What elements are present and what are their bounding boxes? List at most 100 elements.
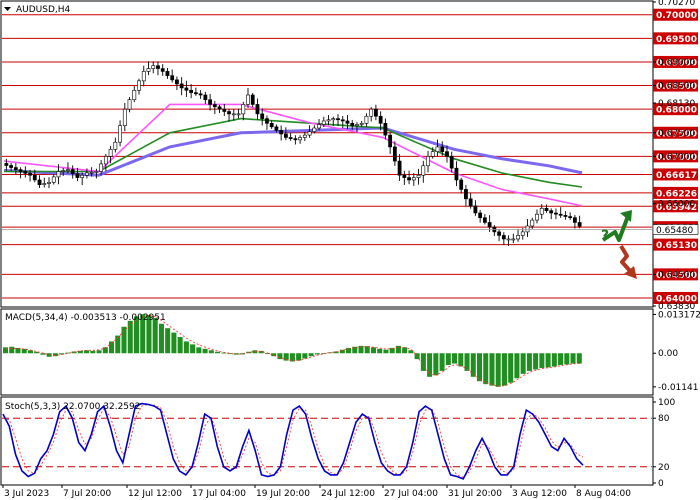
candle-body — [269, 123, 274, 128]
macd-bar — [158, 323, 164, 354]
candle-body — [231, 113, 236, 116]
candle-body — [445, 151, 449, 157]
macd-bar — [533, 353, 539, 370]
price-tick-label: 0.68130 — [658, 99, 695, 109]
macd-axis: 0.013172 0.00 -0.01141 — [653, 310, 700, 393]
candle-body — [359, 123, 364, 125]
macd-bar — [402, 347, 408, 354]
candle-body — [554, 212, 558, 215]
candle-body — [9, 165, 14, 168]
candle-body — [250, 94, 255, 105]
candle-body — [530, 219, 535, 227]
macd-bar — [215, 351, 221, 354]
candle-body — [94, 171, 99, 173]
candle-body — [364, 115, 369, 124]
macd-bar — [433, 353, 439, 376]
candle-body — [141, 71, 146, 82]
candle-body — [160, 68, 165, 72]
candle-body — [539, 207, 544, 215]
price-panel-frame — [0, 0, 654, 308]
candle-body — [317, 124, 321, 129]
candle-body — [99, 163, 104, 172]
candle-body — [184, 87, 189, 91]
stochastic-title: Stoch(5,3,3) 22.0700 32.2592 — [5, 402, 140, 412]
macd-tick-label: -0.01141 — [658, 383, 698, 393]
time-tick-label: 19 Jul 20:00 — [256, 489, 310, 499]
time-axis: 3 Jul 2023 7 Jul 20:00 12 Jul 12:00 17 Jul … — [2, 485, 631, 499]
candle-body — [103, 156, 108, 165]
candle-body — [355, 124, 359, 126]
candle-body — [66, 169, 70, 171]
time-tick-label: 27 Jul 04:00 — [384, 489, 438, 499]
level-price-label: 0.70000 — [656, 11, 697, 21]
macd-bar — [339, 349, 345, 354]
candle-body — [13, 167, 18, 170]
candle-body — [132, 89, 137, 101]
macd-bar — [3, 347, 9, 354]
candle-body — [4, 163, 9, 166]
macd-bar — [558, 353, 564, 366]
candle-body — [454, 167, 459, 181]
macd-bar — [302, 353, 308, 359]
macd-bar — [383, 349, 389, 354]
candle-body — [51, 176, 56, 183]
macd-bar — [576, 353, 582, 364]
candle-body — [378, 115, 383, 124]
candle-body — [388, 134, 393, 148]
level-price-label: 0.66226 — [656, 189, 697, 199]
candle-body — [165, 71, 170, 76]
macd-bar — [202, 348, 208, 354]
candle-body — [260, 113, 265, 119]
candle-body — [236, 113, 241, 116]
candle-body — [156, 65, 160, 69]
question-annotation: ? — [601, 228, 609, 244]
candle-body — [440, 146, 445, 152]
macd-tick-label: 0.013172 — [658, 310, 700, 320]
candle-body — [535, 213, 539, 221]
candle-body — [222, 108, 227, 112]
candle-body — [298, 137, 303, 141]
macd-bar — [439, 353, 445, 371]
candle-body — [241, 104, 246, 115]
candle-body — [383, 123, 388, 136]
candle-body — [449, 156, 454, 169]
macd-bar — [152, 317, 158, 354]
macd-bar — [196, 347, 202, 354]
time-tick-label: 8 Aug 04:00 — [576, 489, 631, 499]
candle-body — [468, 198, 473, 207]
macd-bar — [121, 326, 127, 354]
candle-body — [70, 169, 75, 174]
candle-body — [151, 65, 156, 69]
macd-bar — [520, 353, 526, 374]
macd-bar — [420, 353, 426, 371]
price-tick-label: 0.66000 — [658, 200, 695, 210]
candle-body — [85, 172, 89, 176]
macd-bar — [464, 353, 470, 371]
candle-body — [336, 118, 340, 121]
candle-body — [326, 119, 331, 122]
candle-body — [18, 169, 23, 172]
candle-body — [558, 213, 563, 216]
time-tick-label: 17 Jul 04:00 — [192, 489, 246, 499]
candle-body — [397, 160, 402, 176]
candle-body — [407, 177, 411, 181]
candle-body — [274, 126, 279, 131]
time-tick-label: 12 Jul 12:00 — [128, 489, 182, 499]
candle-body — [198, 93, 203, 96]
candle-body — [265, 118, 269, 124]
macd-tick-label: 0.00 — [658, 349, 678, 359]
macd-bar — [90, 350, 96, 354]
candle-body — [108, 148, 113, 157]
candle-body — [525, 225, 530, 233]
stochastic-tick-label: 80 — [658, 414, 670, 424]
candle-body — [544, 207, 549, 211]
candle-body — [203, 94, 208, 101]
macd-bar — [277, 353, 283, 360]
candle-body — [340, 119, 345, 122]
candle-body — [212, 104, 217, 108]
macd-bar — [9, 346, 15, 354]
current-price-label: 0.65480 — [656, 226, 693, 236]
macd-bar — [470, 353, 476, 377]
stochastic-tick-label: 20 — [658, 463, 670, 473]
macd-bar — [165, 328, 171, 354]
